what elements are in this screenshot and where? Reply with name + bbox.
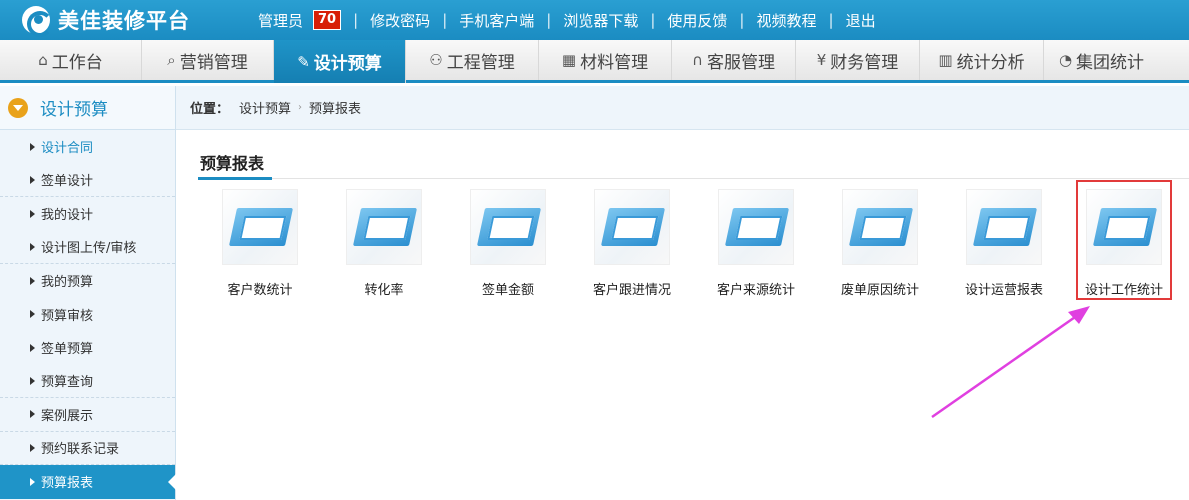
arrow-head [1068,306,1090,324]
annotation-arrow [931,306,1090,419]
arrow-line [931,313,1079,419]
